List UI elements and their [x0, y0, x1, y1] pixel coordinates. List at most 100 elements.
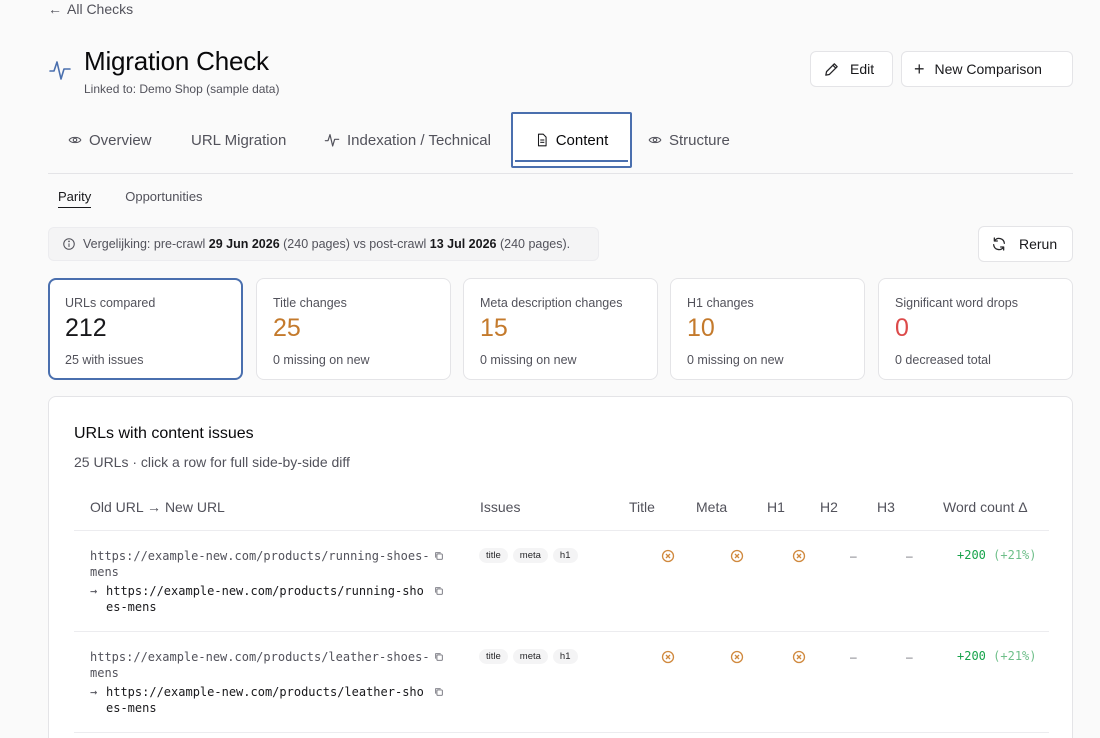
panel-subtitle: 25 URLs · click a row for full side-by-s…: [74, 454, 350, 470]
subtab-opportunities[interactable]: Opportunities: [125, 189, 202, 208]
post-crawl-pages: (240 pages).: [499, 237, 571, 251]
tab-label: Content: [555, 131, 609, 149]
back-link-label: All Checks: [67, 1, 134, 17]
col-header-h1[interactable]: H1: [767, 499, 785, 515]
stat-label: Significant word drops: [895, 296, 1018, 310]
edit-button[interactable]: Edit: [810, 51, 893, 87]
stat-card-word-drops[interactable]: Significant word drops 0 0 decreased tot…: [878, 278, 1073, 380]
rerun-button[interactable]: Rerun: [978, 226, 1073, 262]
col-header-h3[interactable]: H3: [877, 499, 895, 515]
comparison-info: Vergelijking: pre-crawl 29 Jun 2026 (240…: [48, 227, 599, 261]
new-url-block: → https://example-new.com/products/leath…: [90, 684, 430, 716]
copy-icon[interactable]: [434, 652, 444, 662]
wc-delta-pct: (+21%): [993, 649, 1037, 663]
changed-x-icon: [661, 650, 675, 664]
new-url-block: → https://example-new.com/products/runni…: [90, 583, 430, 615]
stat-label: URLs compared: [65, 296, 156, 310]
col-header-h2[interactable]: H2: [820, 499, 838, 515]
col-header-title[interactable]: Title: [629, 499, 655, 515]
word-count-delta: +200 (+21%): [957, 548, 1037, 562]
issue-tag: meta: [512, 548, 548, 563]
panel-title: URLs with content issues: [74, 425, 254, 442]
content-issues-panel: URLs with content issues 25 URLs · click…: [48, 396, 1073, 738]
subtab-parity[interactable]: Parity: [58, 189, 92, 208]
pencil-icon: [825, 62, 838, 76]
row-divider: [74, 732, 1049, 733]
issue-tag: title: [479, 548, 508, 563]
stat-card-meta-changes[interactable]: Meta description changes 15 0 missing on…: [463, 278, 658, 380]
stat-note: 0 decreased total: [895, 352, 991, 367]
tab-overview[interactable]: Overview: [68, 112, 152, 168]
tab-structure[interactable]: Structure: [648, 112, 730, 168]
h3-status: –: [906, 650, 913, 664]
document-icon: [537, 133, 547, 147]
stat-label: Meta description changes: [480, 296, 623, 310]
pre-crawl-date: 29 Jun 2026: [208, 237, 280, 251]
issue-tag: title: [479, 649, 508, 664]
h2-status: –: [850, 650, 857, 664]
stat-card-urls-compared[interactable]: URLs compared 212 25 with issues: [48, 278, 243, 380]
old-url: https://example-new.com/products/running…: [90, 549, 430, 579]
wc-delta-pct: (+21%): [993, 548, 1037, 562]
stat-label: Title changes: [273, 296, 347, 310]
pre-crawl-pages: (240 pages) vs post-crawl: [283, 237, 427, 251]
stat-note: 25 with issues: [65, 352, 144, 367]
copy-icon[interactable]: [434, 586, 444, 596]
active-tab-indicator: [515, 160, 628, 162]
h3-status: –: [906, 549, 913, 563]
col-header-url[interactable]: Old URL → New URL: [90, 499, 225, 515]
table-row[interactable]: https://example-new.com/products/running…: [74, 531, 1049, 632]
changed-x-icon: [792, 650, 806, 664]
stat-value: 212: [65, 314, 107, 342]
back-link[interactable]: ← All Checks: [48, 1, 133, 17]
new-comparison-button[interactable]: + New Comparison: [901, 51, 1073, 87]
stat-value: 15: [480, 314, 508, 342]
new-comparison-label: New Comparison: [934, 61, 1042, 77]
col-header-meta[interactable]: Meta: [696, 499, 727, 515]
activity-icon: [324, 134, 340, 147]
tab-content[interactable]: Content: [511, 112, 632, 168]
tab-indexation[interactable]: Indexation / Technical: [324, 112, 491, 168]
old-url: https://example-new.com/products/leather…: [90, 650, 430, 680]
arrow-left-icon: ←: [48, 1, 62, 17]
edit-label: Edit: [850, 61, 875, 77]
plus-icon: +: [914, 59, 925, 79]
refresh-icon: [993, 237, 1005, 251]
tab-label: URL Migration: [191, 131, 287, 149]
stat-note: 0 missing on new: [480, 352, 577, 367]
word-count-delta: +200 (+21%): [957, 649, 1037, 663]
copy-icon[interactable]: [434, 551, 444, 561]
issue-tag: h1: [552, 649, 578, 664]
stat-card-h1-changes[interactable]: H1 changes 10 0 missing on new: [670, 278, 865, 380]
tab-label: Structure: [669, 131, 730, 149]
post-crawl-date: 13 Jul 2026: [429, 237, 497, 251]
copy-icon[interactable]: [434, 687, 444, 697]
stat-value: 10: [687, 314, 715, 342]
stat-card-title-changes[interactable]: Title changes 25 0 missing on new: [256, 278, 451, 380]
stat-note: 0 missing on new: [687, 352, 784, 367]
issue-tag: h1: [552, 548, 578, 563]
eye-icon: [68, 136, 82, 144]
info-prefix: Vergelijking: pre-crawl: [83, 237, 206, 251]
stat-value: 0: [895, 314, 909, 342]
table-row[interactable]: https://example-new.com/products/leather…: [74, 632, 1049, 733]
issue-tags: title meta h1: [479, 649, 578, 664]
rerun-label: Rerun: [1019, 236, 1058, 252]
stat-value: 25: [273, 314, 301, 342]
stat-note: 0 missing on new: [273, 352, 370, 367]
page-title: Migration Check: [84, 46, 269, 76]
new-url: https://example-new.com/products/leather…: [106, 685, 424, 715]
col-header-word-count[interactable]: Word count Δ: [943, 499, 1028, 515]
tab-label: Overview: [89, 131, 152, 149]
changed-x-icon: [792, 549, 806, 563]
new-url: https://example-new.com/products/running…: [106, 584, 424, 614]
wc-delta-value: +200: [957, 649, 986, 663]
issue-tags: title meta h1: [479, 548, 578, 563]
activity-icon: [49, 61, 71, 80]
issue-tag: meta: [512, 649, 548, 664]
arrow-right-icon: →: [90, 685, 98, 699]
tab-url-migration[interactable]: URL Migration: [191, 112, 286, 168]
stat-label: H1 changes: [687, 296, 754, 310]
col-header-issues[interactable]: Issues: [480, 499, 520, 515]
arrow-right-icon: →: [90, 584, 98, 598]
